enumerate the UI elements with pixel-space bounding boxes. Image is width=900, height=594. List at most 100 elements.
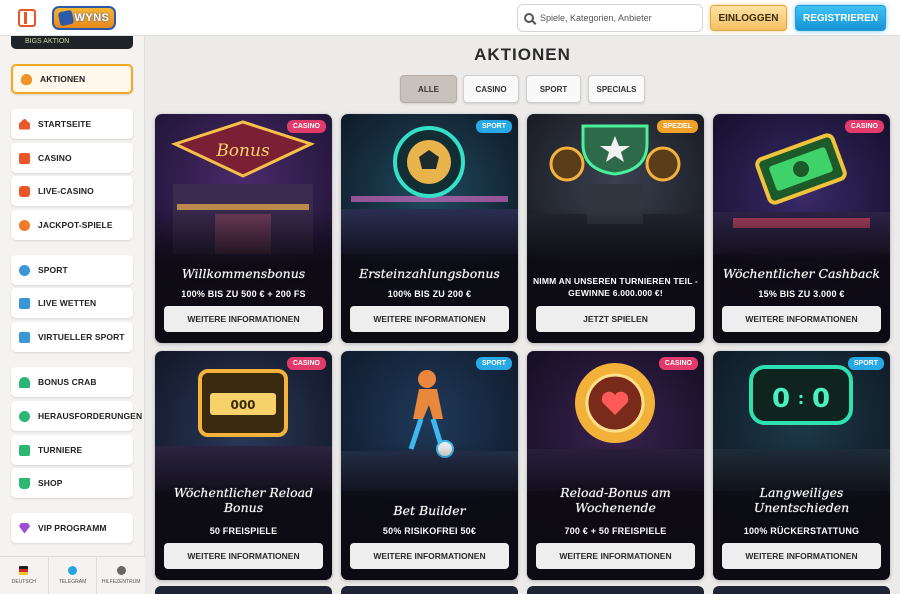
- sidebar-item-shop[interactable]: SHOP: [11, 468, 133, 498]
- more-info-button[interactable]: WEITERE INFORMATIONEN: [164, 306, 323, 332]
- card-subtitle: 100% BIS ZU 500 € + 200 FS: [181, 289, 306, 299]
- telegram-icon: [68, 566, 77, 575]
- sidebar-item-label: AKTIONEN: [40, 74, 86, 84]
- page-title: AKTIONEN: [474, 45, 571, 64]
- card-subtitle: 15% BIS ZU 3.000 €: [758, 289, 845, 299]
- help-center-link[interactable]: HILFEZENTRUM: [97, 557, 145, 594]
- sidebar-promo-banner[interactable]: BIGS AKTION: [11, 36, 133, 49]
- card-subtitle: 50 FREISPIELE: [209, 526, 278, 536]
- tournament-icon: [19, 444, 30, 456]
- more-info-button[interactable]: WEITERE INFORMATIONEN: [722, 543, 881, 569]
- footer-link-label: DEUTSCH: [11, 579, 36, 585]
- live-bet-icon: [19, 297, 30, 309]
- play-now-button[interactable]: JETZT SPIELEN: [536, 306, 695, 332]
- crab-icon: [19, 376, 30, 388]
- vip-icon: [19, 522, 30, 534]
- category-badge: SPORT: [475, 357, 512, 370]
- card-subtitle: 100% BIS ZU 200 €: [387, 289, 472, 299]
- top-header: WYNS EINLOGGEN REGISTRIEREN: [0, 0, 900, 36]
- sidebar-item-live-casino[interactable]: LIVE-CASINO: [11, 176, 133, 206]
- register-button[interactable]: REGISTRIEREN: [795, 5, 886, 31]
- card-subtitle: 100% RÜCKERSTATTUNG: [743, 526, 860, 536]
- sidebar-footer: DEUTSCH TELEGRAM HILFEZENTRUM: [0, 556, 145, 594]
- promo-card-weekly-reload[interactable]: 000 CASINO Wöchentlicher Reload Bonus 50…: [155, 351, 332, 580]
- card-title: Wöchentlicher Reload Bonus: [173, 485, 314, 515]
- casino-icon: [19, 152, 30, 164]
- sidebar-item-bonus-crab[interactable]: BONUS CRAB: [11, 367, 133, 397]
- more-info-button[interactable]: WEITERE INFORMATIONEN: [722, 306, 881, 332]
- promo-card-tournaments[interactable]: SPEZIEL NIMM AN UNSEREN TURNIEREN TEIL -…: [527, 114, 704, 343]
- sport-icon: [19, 264, 30, 276]
- sidebar-item-sport[interactable]: SPORT: [11, 255, 133, 285]
- promo-card-weekend-reload[interactable]: CASINO Reload-Bonus am Wochenende 700 € …: [527, 351, 704, 580]
- svg-text:0: 0: [812, 384, 830, 414]
- more-info-button[interactable]: WEITERE INFORMATIONEN: [164, 543, 323, 569]
- home-icon: [19, 118, 30, 130]
- promo-card-boring-draw[interactable]: 0 0 : SPORT Langweiliges Unentschieden 1…: [713, 351, 890, 580]
- card-title: Bet Builder: [393, 503, 466, 518]
- filter-casino-button[interactable]: CASINO: [463, 75, 519, 103]
- more-info-button[interactable]: WEITERE INFORMATIONEN: [350, 543, 509, 569]
- card-title: Langweiliges Unentschieden: [753, 485, 850, 515]
- sidebar-item-herausforderungen[interactable]: HERAUSFORDERUNGEN: [11, 401, 142, 431]
- more-info-button[interactable]: WEITERE INFORMATIONEN: [350, 306, 509, 332]
- sidebar-item-label: HERAUSFORDERUNGEN: [38, 411, 143, 421]
- card-title: Reload-Bonus am Wochenende: [560, 485, 671, 515]
- language-link[interactable]: DEUTSCH: [0, 557, 49, 594]
- sidebar-item-label: TURNIERE: [38, 445, 83, 455]
- card-title: Ersteinzahlungsbonus: [359, 266, 500, 281]
- live-casino-icon: [19, 185, 30, 197]
- sidebar-item-casino[interactable]: CASINO: [11, 143, 133, 173]
- more-info-button[interactable]: WEITERE INFORMATIONEN: [536, 543, 695, 569]
- sidebar-item-label: VIP PROGRAMM: [38, 523, 107, 533]
- login-button[interactable]: EINLOGGEN: [710, 5, 787, 31]
- sidebar: BIGS AKTION AKTIONEN STARTSEITE CASINO L…: [0, 36, 145, 594]
- sidebar-toggle-icon[interactable]: [18, 9, 36, 27]
- wyns-logo[interactable]: WYNS: [52, 6, 116, 30]
- promo-card-peek: [155, 586, 332, 594]
- sidebar-item-startseite[interactable]: STARTSEITE: [11, 109, 133, 139]
- logo-mark-icon: [57, 9, 74, 27]
- sidebar-item-live-wetten[interactable]: LIVE WETTEN: [11, 288, 133, 318]
- svg-text:Bonus: Bonus: [215, 141, 270, 161]
- sidebar-item-vip-programm[interactable]: VIP PROGRAMM: [11, 513, 133, 543]
- svg-text:000: 000: [230, 398, 255, 412]
- sidebar-item-label: STARTSEITE: [38, 119, 92, 129]
- promo-card-bet-builder[interactable]: SPORT Bet Builder 50% RISIKOFREI 50€ WEI…: [341, 351, 518, 580]
- virtual-sport-icon: [19, 331, 30, 343]
- search-icon: [524, 13, 534, 23]
- sidebar-item-label: LIVE WETTEN: [38, 298, 97, 308]
- category-badge: CASINO: [658, 357, 698, 370]
- promo-card-welcome-bonus[interactable]: Bonus CASINO Willkommensbonus 100% BIS Z…: [155, 114, 332, 343]
- sidebar-item-jackpot-spiele[interactable]: JACKPOT-SPIELE: [11, 210, 133, 240]
- promo-card-peek: [341, 586, 518, 594]
- promo-card-peek: [713, 586, 890, 594]
- jackpot-icon: [19, 219, 30, 231]
- help-icon: [116, 566, 126, 575]
- promo-card-peek: [527, 586, 704, 594]
- footer-link-label: HILFEZENTRUM: [101, 579, 141, 585]
- search-input[interactable]: [540, 13, 700, 23]
- filter-specials-button[interactable]: SPECIALS: [588, 75, 645, 103]
- category-badge: SPORT: [847, 357, 884, 370]
- sidebar-item-label: VIRTUELLER SPORT: [38, 332, 125, 342]
- promo-card-weekly-cashback[interactable]: CASINO Wöchentlicher Cashback 15% BIS ZU…: [713, 114, 890, 343]
- promo-card-first-deposit-bonus[interactable]: SPORT Ersteinzahlungsbonus 100% BIS ZU 2…: [341, 114, 518, 343]
- svg-text::: :: [798, 389, 804, 408]
- sidebar-item-label: CASINO: [38, 153, 72, 163]
- card-title: Willkommensbonus: [181, 266, 306, 281]
- category-badge: SPORT: [475, 120, 512, 133]
- sidebar-item-turniere[interactable]: TURNIERE: [11, 435, 133, 465]
- flag-icon: [19, 566, 29, 575]
- category-badge: CASINO: [844, 120, 884, 133]
- sidebar-item-virtueller-sport[interactable]: VIRTUELLER SPORT: [11, 322, 133, 352]
- category-badge: CASINO: [286, 120, 326, 133]
- logo-text: WYNS: [74, 12, 110, 24]
- search-box[interactable]: [517, 4, 703, 32]
- sidebar-item-aktionen[interactable]: AKTIONEN: [11, 64, 133, 94]
- category-badge: SPEZIEL: [656, 120, 698, 133]
- card-subtitle: 50% RISIKOFREI 50€: [382, 526, 477, 536]
- telegram-link[interactable]: TELEGRAM: [49, 557, 98, 594]
- filter-sport-button[interactable]: SPORT: [526, 75, 581, 103]
- filter-all-button[interactable]: ALLE: [400, 75, 457, 103]
